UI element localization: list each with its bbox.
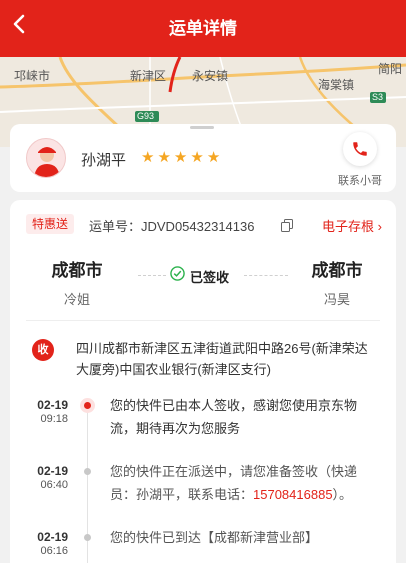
receive-icon: 收 <box>32 339 54 361</box>
star-icon: ★ <box>157 149 171 166</box>
timeline-text-after: ）。 <box>332 487 353 502</box>
contact-courier-button[interactable]: 联系小哥 <box>330 132 390 188</box>
star-icon: ★ <box>206 149 221 166</box>
star-icon: ★ <box>141 149 155 166</box>
courier-avatar <box>26 138 66 178</box>
route-dash-left <box>138 275 166 276</box>
page-title: 运单详情 <box>169 19 237 38</box>
timeline-date: 02-19 <box>37 398 68 412</box>
contact-label: 联系小哥 <box>338 175 382 187</box>
origin: 成都市 冷姐 <box>27 256 127 308</box>
recipient-name: 冯昊 <box>323 292 350 307</box>
map-label-road: G93 <box>137 111 155 121</box>
map-label-haiyu: 海棠镇 <box>318 78 355 92</box>
timeline-dot-active <box>80 398 95 413</box>
courier-card: 孙湖平 ★ ★ ★ ★ ★ 联系小哥 <box>10 124 396 192</box>
map-label-yongan: 永安镇 <box>192 69 229 83</box>
destination-city: 成都市 <box>311 261 363 280</box>
drag-handle[interactable] <box>190 126 214 129</box>
courier-phone-link[interactable]: 15708416885 <box>253 487 333 502</box>
timeline-text: 您的快件已到达【成都新津营业部】 <box>110 530 319 545</box>
star-icon: ★ <box>190 149 204 166</box>
waybill-number: 运单号：JDVD05432314136 <box>89 219 255 234</box>
waybill-card: 特惠送 运单号：JDVD05432314136 电子存根 › 成都市 冷姐 已签… <box>10 200 396 563</box>
map-label-s3: S3 <box>372 92 384 102</box>
route-dash-right <box>244 275 288 276</box>
status-label: 已签收 <box>190 269 230 285</box>
sender-name: 冷姐 <box>63 292 90 307</box>
timeline-time: 06:16 <box>40 545 68 557</box>
origin-city: 成都市 <box>51 261 103 280</box>
timeline-dot <box>84 468 91 475</box>
delivery-status: 已签收 <box>170 266 229 286</box>
receipt-link[interactable]: 电子存根 › <box>322 216 382 235</box>
phone-icon[interactable] <box>343 132 377 166</box>
map-label-xinjin: 新津区 <box>130 69 167 83</box>
service-badge: 特惠送 <box>26 214 75 234</box>
map-label-qionglai: 邛崃市 <box>14 69 51 83</box>
copy-icon[interactable] <box>281 219 293 237</box>
courier-name: 孙湖平 <box>81 152 127 169</box>
timeline-text: 您的快件正在派送中，请您准备签收（快递员：孙湖平，联系电话：1570841688… <box>110 460 382 506</box>
header-bar: 运单详情 <box>0 0 406 57</box>
star-icon: ★ <box>173 149 188 166</box>
destination: 成都市 冯昊 <box>287 256 387 308</box>
courier-rating: ★ ★ ★ ★ ★ <box>141 149 220 167</box>
check-circle-icon <box>170 266 185 286</box>
timeline-date: 02-19 <box>37 464 68 478</box>
timeline-date: 02-19 <box>37 530 68 544</box>
timeline-time: 06:40 <box>40 479 68 491</box>
map-label-jianyang: 简阳 <box>378 62 403 76</box>
delivery-address: 四川成都市新津区五津街道武阳中路26号(新津荣达大厦旁)中国农业银行(新津区支行… <box>76 341 368 377</box>
timeline-dot <box>84 534 91 541</box>
timeline-text: 您的快件已由本人签收，感谢您使用京东物流，期待再次为您服务 <box>110 398 358 436</box>
timeline-time: 09:18 <box>40 413 68 425</box>
divider <box>26 320 380 321</box>
